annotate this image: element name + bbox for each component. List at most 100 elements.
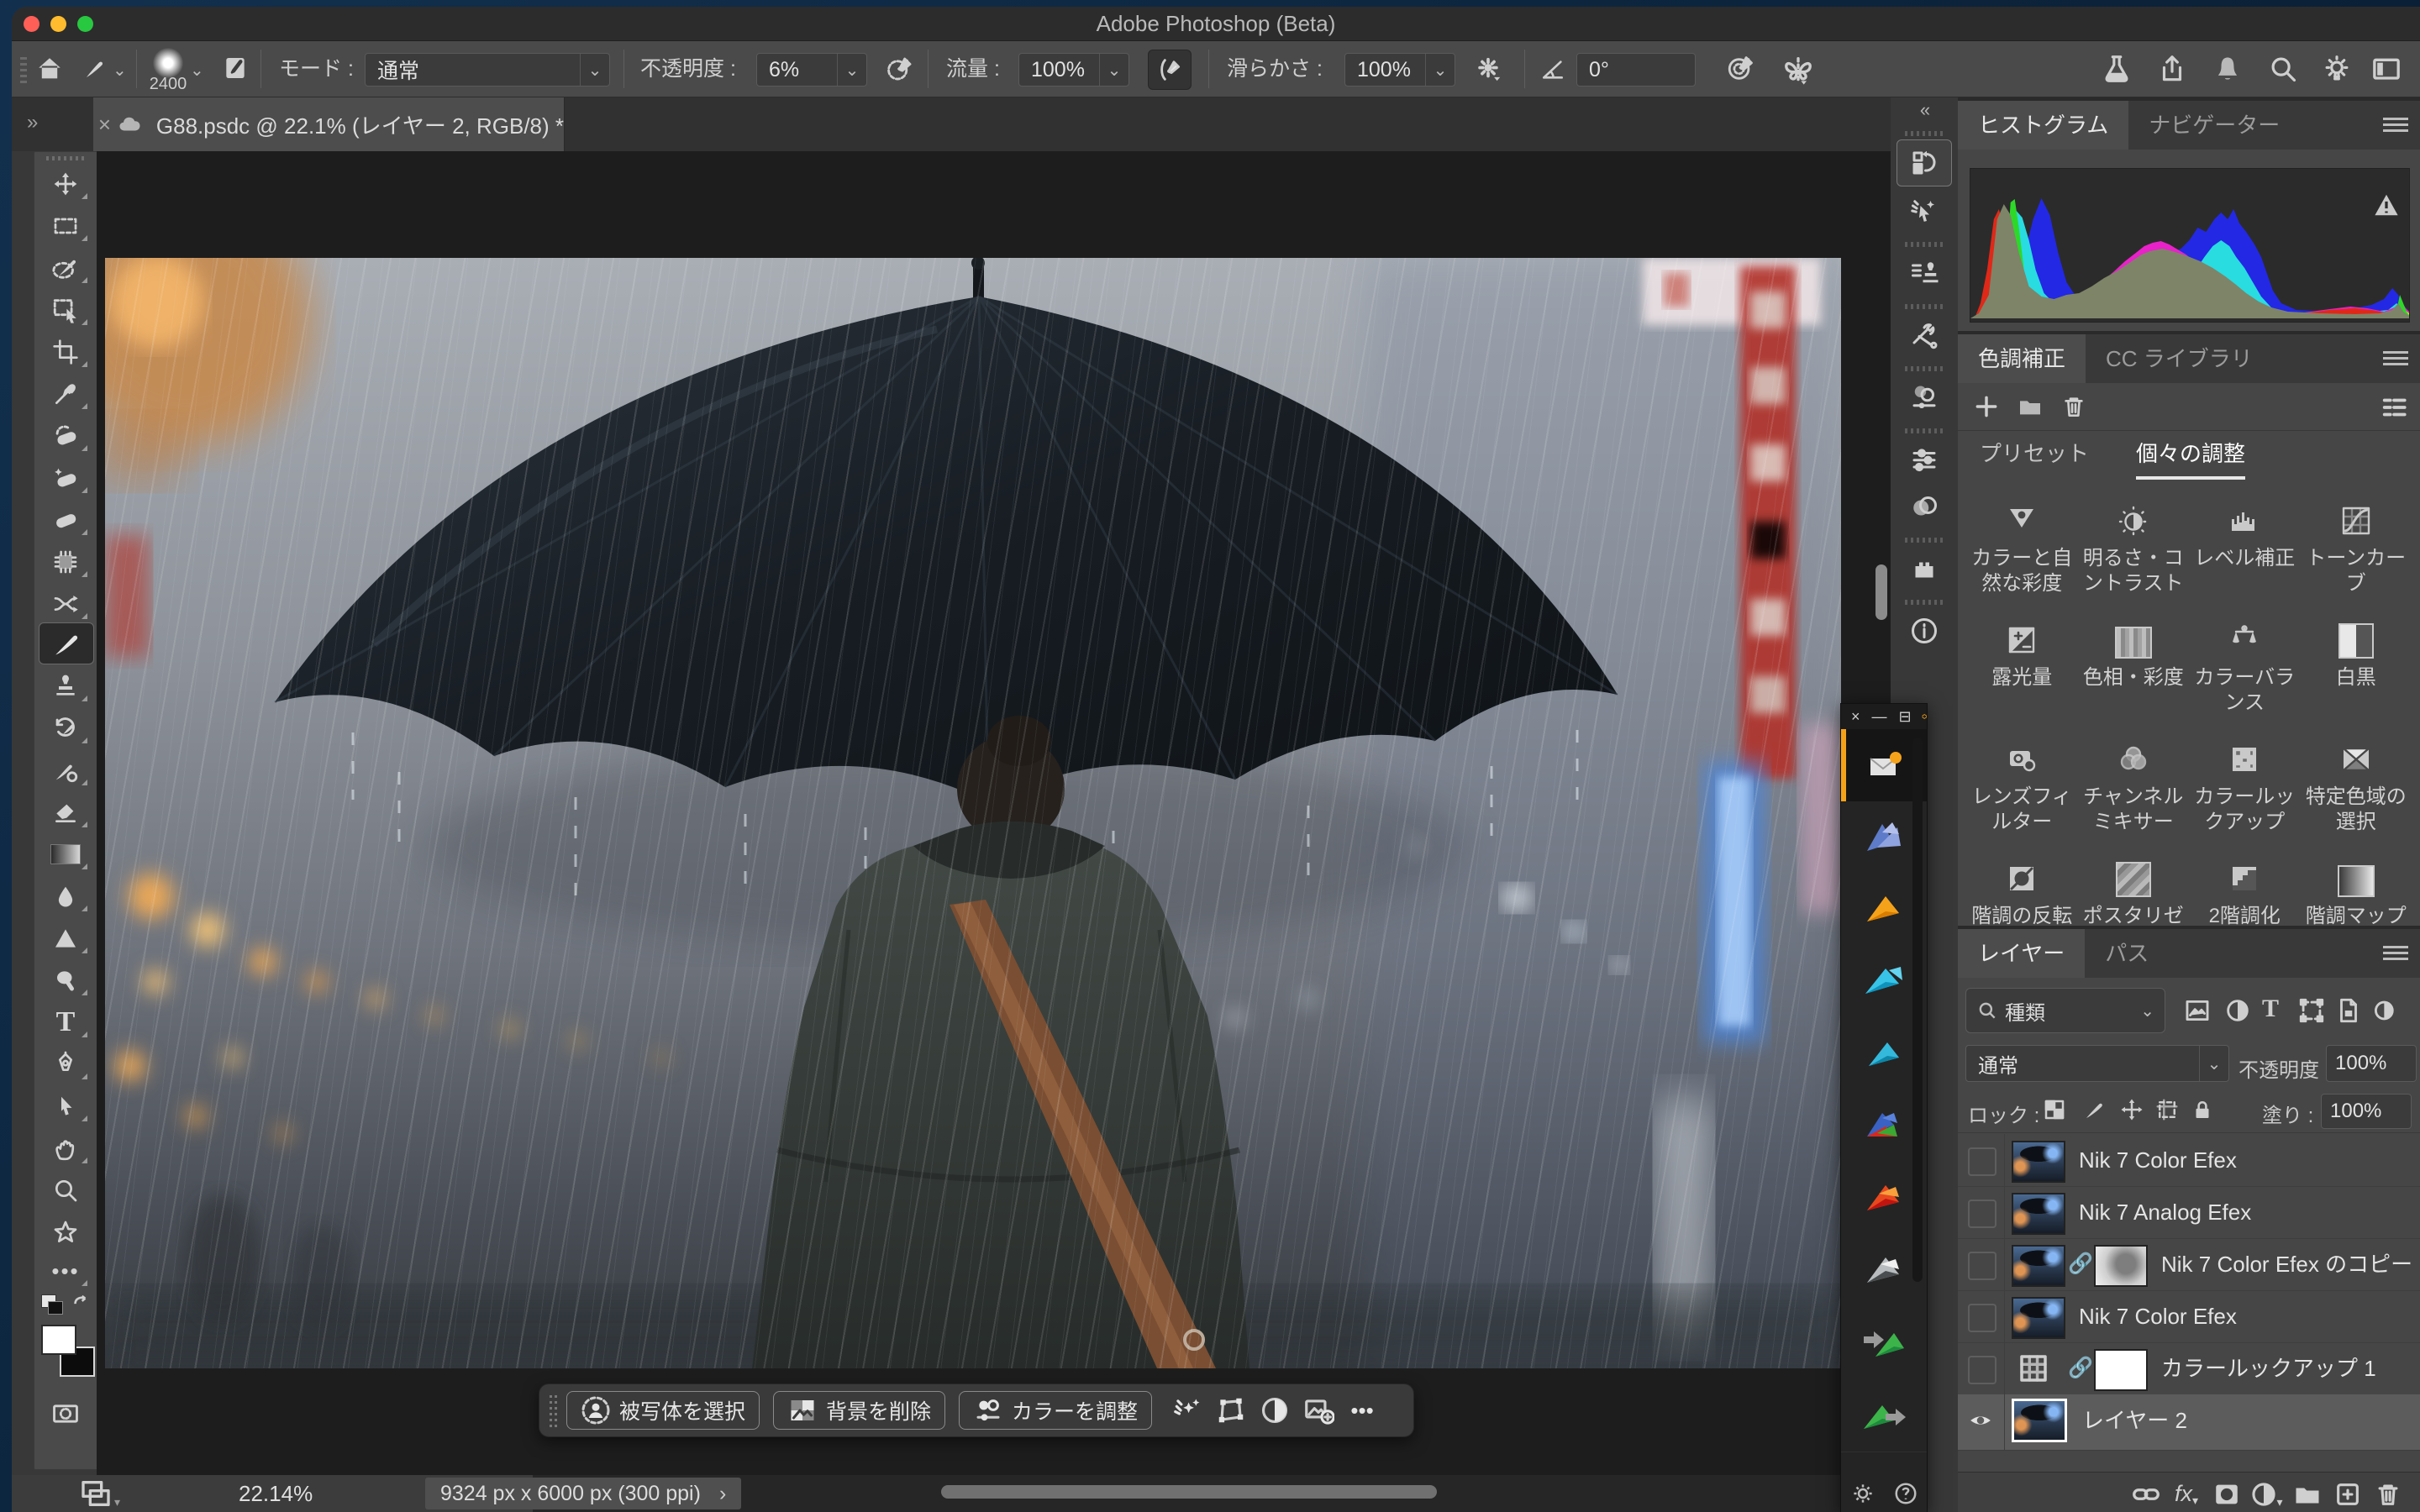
- layer-mask-thumbnail[interactable]: [2094, 1349, 2148, 1391]
- list-view-icon[interactable]: [2380, 393, 2408, 422]
- visibility-eye-icon[interactable]: [1966, 1408, 1995, 1433]
- layer-thumbnail[interactable]: [2012, 1141, 2065, 1183]
- beta-beaker-icon[interactable]: [2101, 53, 2133, 85]
- hand-tool[interactable]: [39, 1128, 92, 1168]
- selection-brush-tool[interactable]: [39, 248, 92, 288]
- adj-black-white[interactable]: 白黒: [2301, 618, 2412, 716]
- adj-channel-mixer[interactable]: チャンネルミキサー: [2078, 738, 2190, 835]
- smoothing-select[interactable]: 100% ⌄: [1344, 53, 1455, 87]
- move-tool[interactable]: [39, 164, 92, 204]
- new-adjustment-layer-icon[interactable]: ▾: [2247, 1478, 2287, 1511]
- adj-exposure[interactable]: 露光量: [1966, 618, 2078, 716]
- quick-mask-toggle[interactable]: [39, 1394, 92, 1434]
- nik-close-icon[interactable]: ×: [1851, 708, 1860, 726]
- path-selection-tool[interactable]: [39, 1086, 92, 1126]
- delete-layer-trash-icon[interactable]: [2368, 1478, 2408, 1511]
- frame-tool[interactable]: [39, 542, 92, 582]
- layer-effects-fx-icon[interactable]: fx▾: [2166, 1478, 2207, 1511]
- adjust-color-button[interactable]: カラーを調整: [959, 1391, 1152, 1430]
- airbrush-toggle-icon[interactable]: [1148, 50, 1192, 90]
- adj-color-balance[interactable]: カラーバランス: [2189, 618, 2301, 716]
- screen-mode-icon[interactable]: ▾: [77, 1477, 120, 1510]
- star-preset-tool[interactable]: [39, 1212, 92, 1252]
- subtab-individual-adjustments[interactable]: 個々の調整: [2136, 437, 2245, 480]
- share-icon[interactable]: [2156, 53, 2188, 85]
- object-selection-tool[interactable]: [39, 290, 92, 330]
- nik-sharpener-output-item[interactable]: [1841, 1379, 1927, 1452]
- lock-position-icon[interactable]: [2119, 1097, 2144, 1122]
- tab-cc-libraries[interactable]: CC ライブラリ: [2086, 334, 2273, 383]
- history-brush-tool[interactable]: [39, 708, 92, 748]
- pressure-size-icon[interactable]: [1726, 55, 1754, 83]
- toolbar-collapse-chevron[interactable]: »: [27, 111, 36, 134]
- lock-artboard-icon[interactable]: [2154, 1097, 2180, 1122]
- flow-select[interactable]: 100% ⌄: [1018, 53, 1129, 87]
- remove-background-button[interactable]: 背景を削除: [773, 1391, 945, 1430]
- layer-name[interactable]: Nik 7 Color Efex のコピー: [2161, 1238, 2412, 1290]
- remove-tool[interactable]: [39, 416, 92, 456]
- filter-adjustment-layers-icon[interactable]: [2223, 996, 2252, 1025]
- crop-tool[interactable]: [39, 332, 92, 372]
- add-adjustment-icon[interactable]: [1973, 393, 2000, 420]
- tool-presets-panel-icon[interactable]: [1897, 312, 1951, 358]
- nik-sharpener-raw-item[interactable]: [1841, 1307, 1927, 1380]
- nik-help-icon[interactable]: [1893, 1481, 1918, 1506]
- clone-source-panel-icon[interactable]: [1897, 250, 1951, 296]
- new-group-icon[interactable]: [2287, 1478, 2328, 1511]
- cached-data-warning-icon[interactable]: [2372, 192, 2401, 222]
- eyedropper-tool[interactable]: [39, 374, 92, 414]
- visibility-toggle-off[interactable]: [1968, 1304, 1996, 1332]
- paint-symmetry-butterfly-icon[interactable]: [1781, 53, 1815, 87]
- panel-menu-icon[interactable]: [2383, 114, 2408, 136]
- tab-layers[interactable]: レイヤー: [1958, 929, 2085, 978]
- nik-settings-icon[interactable]: ⊟: [1899, 708, 1912, 726]
- discover-lightbulb-icon[interactable]: [2321, 53, 2353, 85]
- gradient-tool[interactable]: [39, 834, 92, 874]
- document-size-readout[interactable]: 9324 px x 6000 px (300 ppi) ›: [425, 1478, 741, 1509]
- tab-histogram[interactable]: ヒストグラム: [1958, 101, 2128, 150]
- blur-tool[interactable]: [39, 876, 92, 916]
- generative-sparkle-icon[interactable]: [1165, 1392, 1209, 1429]
- tab-adjustments[interactable]: 色調補正: [1958, 334, 2086, 383]
- subtab-presets[interactable]: プリセット: [1980, 437, 2089, 480]
- select-subject-button[interactable]: 被写体を選択: [566, 1391, 760, 1430]
- layer-row-nik7-color-efex[interactable]: Nik 7 Color Efex: [1958, 1290, 2420, 1343]
- tab-navigator[interactable]: ナビゲーター: [2128, 101, 2300, 150]
- color-panel-icon[interactable]: [1897, 484, 1951, 529]
- layer-row-nik7-analog-efex[interactable]: Nik 7 Analog Efex: [1958, 1186, 2420, 1239]
- options-bar-grip[interactable]: [20, 55, 27, 83]
- notifications-bell-icon[interactable]: [2212, 53, 2244, 85]
- canvas-vertical-scrollbar[interactable]: [1876, 564, 1887, 620]
- adjustment-halfcircle-icon[interactable]: [1253, 1392, 1297, 1429]
- add-layer-mask-icon[interactable]: [2207, 1478, 2247, 1511]
- adj-brightness-contrast[interactable]: 明るさ・コントラスト: [2078, 499, 2190, 596]
- channels-panel-icon[interactable]: [1897, 375, 1951, 420]
- layer-opacity-select[interactable]: 100%: [2326, 1045, 2417, 1082]
- shape-triangle-tool[interactable]: [39, 918, 92, 958]
- layer-name[interactable]: Nik 7 Analog Efex: [2079, 1186, 2251, 1238]
- toolbar-grip[interactable]: [46, 156, 85, 160]
- layer-row-layer-2-selected[interactable]: レイヤー 2: [1958, 1394, 2420, 1451]
- filter-smart-objects-icon[interactable]: [2334, 996, 2363, 1025]
- filter-shape-layers-icon[interactable]: [2297, 996, 2326, 1025]
- edit-toolbar-dots[interactable]: •••: [39, 1251, 92, 1291]
- plugins-panel-icon[interactable]: [1897, 546, 1951, 591]
- more-options-dots[interactable]: •••: [1340, 1392, 1384, 1429]
- adj-photo-filter[interactable]: レンズフィルター: [1966, 738, 2078, 835]
- pressure-opacity-icon[interactable]: [886, 55, 914, 83]
- visibility-toggle-off[interactable]: [1968, 1200, 1996, 1228]
- document-tab[interactable]: × G88.psdc @ 22.1% (レイヤー 2, RGB/8) *: [93, 97, 565, 151]
- clone-stamp-tool[interactable]: [39, 666, 92, 706]
- brush-tool-preset-icon[interactable]: [82, 56, 108, 81]
- zoom-tool[interactable]: [39, 1170, 92, 1210]
- nik-scrollbar[interactable]: [1912, 738, 1923, 1282]
- mask-link-icon[interactable]: 🔗: [2068, 1356, 2093, 1380]
- opacity-select[interactable]: 6% ⌄: [756, 53, 867, 87]
- layer-filter-select[interactable]: 種類 ⌄: [1965, 988, 2165, 1033]
- mixer-brush-tool[interactable]: [39, 750, 92, 790]
- adj-curves[interactable]: トーンカーブ: [2301, 499, 2412, 596]
- canvas-horizontal-scrollbar[interactable]: [941, 1485, 1437, 1499]
- adj-color-lookup[interactable]: カラールックアップ: [2189, 738, 2301, 835]
- layer-thumbnail[interactable]: [2012, 1245, 2065, 1287]
- workspace-icon[interactable]: [2370, 53, 2403, 87]
